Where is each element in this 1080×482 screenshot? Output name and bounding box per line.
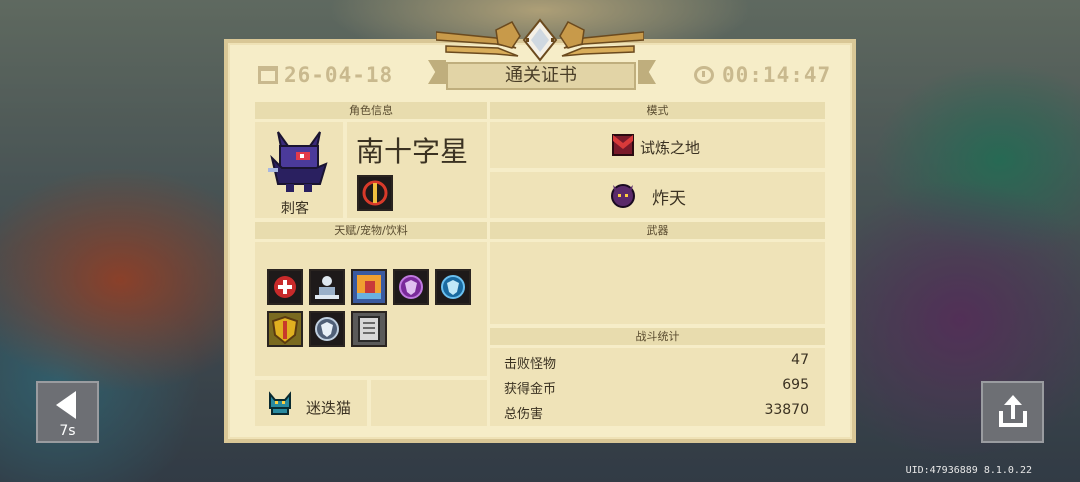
talent-health-icon (267, 269, 303, 305)
share-button[interactable] (981, 381, 1044, 443)
share-icon (999, 395, 1027, 427)
talent-silver-shield-icon (309, 311, 345, 347)
character-class: 刺客 (281, 201, 309, 217)
certificate-title: 通关证书 (446, 62, 636, 90)
stat-value-damage: 33870 (764, 402, 809, 418)
calendar-icon (258, 66, 278, 84)
pet-name: 迷迭猫 (306, 399, 352, 417)
mode-stage: 试炼之地 (640, 139, 701, 157)
trial-land-icon (612, 134, 634, 156)
stat-label-gold: 获得金币 (504, 382, 557, 397)
clear-date: 26-04-18 (284, 63, 394, 87)
weapons-panel (490, 242, 825, 324)
talent-purple-shield-icon (393, 269, 429, 305)
drink-panel (371, 380, 487, 426)
uid-version-label: UID:47936889 8.1.0.22 (905, 465, 1032, 476)
character-name: 南十字星 (356, 135, 469, 168)
stat-label-damage: 总伤害 (504, 407, 544, 422)
back-countdown: 7s (59, 423, 76, 439)
stat-value-kills: 47 (791, 352, 809, 368)
laurel-crown-emblem-icon (436, 18, 644, 62)
talent-blue-shield-icon (435, 269, 471, 305)
clock-icon (694, 66, 714, 84)
stat-label-kills: 击败怪物 (504, 357, 557, 372)
section-header-battle-stats: 战斗统计 (490, 328, 825, 345)
assassin-portrait-icon (268, 131, 328, 192)
stat-value-gold: 695 (782, 377, 809, 393)
talents-panel (255, 242, 487, 376)
section-header-weapons: 武器 (490, 222, 825, 239)
mode-difficulty: 炸天 (652, 189, 686, 209)
clear-time: 00:14:47 (722, 63, 832, 87)
difficulty-demon-icon (611, 184, 635, 208)
back-button[interactable]: 7s (36, 381, 99, 443)
section-header-talents: 天赋/宠物/饮料 (255, 222, 487, 239)
back-arrow-icon (56, 391, 76, 419)
talent-shooter-icon (351, 269, 387, 305)
talent-gold-shield-icon (267, 311, 303, 347)
talent-statue-icon (309, 269, 345, 305)
talent-scroll-icon (351, 311, 387, 347)
section-header-mode: 模式 (490, 102, 825, 119)
section-header-character-info: 角色信息 (255, 102, 487, 119)
rosemary-cat-pet-icon (269, 391, 291, 415)
character-skill-icon (357, 175, 393, 211)
